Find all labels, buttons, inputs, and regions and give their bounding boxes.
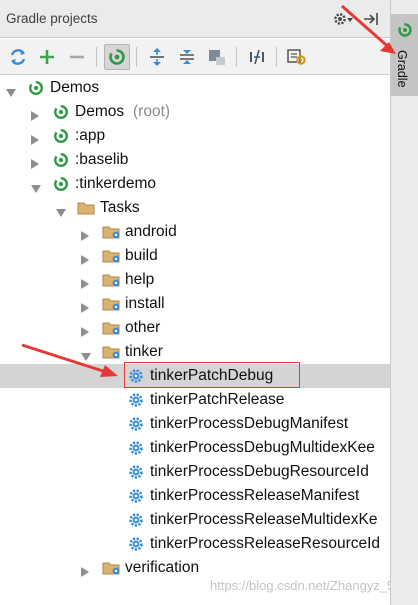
folder-gear-icon xyxy=(102,344,120,360)
tree-node[interactable]: tinker xyxy=(0,340,390,364)
folder-gear-icon xyxy=(102,560,120,576)
toolbar-separator xyxy=(96,47,97,67)
attach-project-icon xyxy=(209,50,225,65)
toggle-offline-icon xyxy=(250,49,264,65)
folder-gear-icon xyxy=(102,320,120,336)
expand-all-icon xyxy=(150,48,164,66)
tree-node[interactable]: verification xyxy=(0,556,390,580)
toolbar-separator xyxy=(236,47,237,67)
gear-icon xyxy=(127,488,145,504)
add-button[interactable] xyxy=(34,44,60,70)
tree-node[interactable]: tinkerPatchRelease xyxy=(0,388,390,412)
tree-node[interactable]: Demos (root) xyxy=(0,100,390,124)
tree-node[interactable]: :tinkerdemo xyxy=(0,172,390,196)
gradle-tab-label: Gradle xyxy=(395,50,409,88)
tree-node-label: Tasks xyxy=(100,199,140,216)
refresh-icon xyxy=(10,49,26,65)
tree-node-label: tinkerProcessDebugResourceId xyxy=(150,463,369,480)
tree-node-label: android xyxy=(125,223,177,240)
tree-node[interactable]: tinkerProcessReleaseManifest xyxy=(0,484,390,508)
tree-node[interactable]: android xyxy=(0,220,390,244)
remove-button[interactable] xyxy=(64,44,90,70)
collapse-all-button[interactable] xyxy=(174,44,200,70)
tree-node-label: tinker xyxy=(125,343,163,360)
gradle-icon xyxy=(27,80,45,96)
tree-node-label: tinkerPatchDebug xyxy=(150,367,274,384)
toolbar xyxy=(0,39,390,75)
tree-node[interactable]: tinkerProcessDebugManifest xyxy=(0,412,390,436)
tree-node[interactable]: Demos xyxy=(0,76,390,100)
tree-node[interactable]: tinkerProcessDebugResourceId xyxy=(0,460,390,484)
toolbar-separator xyxy=(276,47,277,67)
tree-node-label: tinkerProcessReleaseManifest xyxy=(150,487,360,504)
tree-node[interactable]: help xyxy=(0,268,390,292)
gradle-settings-button[interactable] xyxy=(284,44,310,70)
gear-icon xyxy=(127,368,145,384)
execute-task-button[interactable] xyxy=(104,44,130,70)
gradle-icon xyxy=(52,176,70,192)
tree-node-label: other xyxy=(125,319,161,336)
tree-node[interactable]: tinkerProcessReleaseResourceId xyxy=(0,532,390,556)
tree-node-label: tinkerProcessDebugMultidexKee xyxy=(150,439,375,456)
tree-node-label: :tinkerdemo xyxy=(75,175,156,192)
folder-icon xyxy=(77,200,95,216)
gear-icon xyxy=(127,440,145,456)
tree-node-label: tinkerProcessReleaseMultidexKe xyxy=(150,511,378,528)
gradle-elephant-icon xyxy=(109,49,125,65)
tree-node-label: :app xyxy=(75,127,106,144)
tree-node-label: tinkerProcessReleaseResourceId xyxy=(150,535,381,552)
tree-node-label: tinkerPatchRelease xyxy=(150,391,285,408)
minus-icon xyxy=(70,55,84,59)
tree-node[interactable]: tinkerProcessDebugMultidexKee xyxy=(0,436,390,460)
gear-icon xyxy=(127,536,145,552)
gradle-icon xyxy=(52,104,70,120)
expand-all-button[interactable] xyxy=(144,44,170,70)
gear-icon xyxy=(127,416,145,432)
plus-icon xyxy=(40,50,54,64)
folder-gear-icon xyxy=(102,296,120,312)
tree-node[interactable]: Tasks xyxy=(0,196,390,220)
tree-node-label: install xyxy=(125,295,165,312)
tree-node[interactable]: other xyxy=(0,316,390,340)
tree-node-label: help xyxy=(125,271,155,288)
tree-node[interactable]: tinkerProcessReleaseMultidexKe xyxy=(0,508,390,532)
folder-gear-icon xyxy=(102,224,120,240)
panel-header: Gradle projects xyxy=(0,0,390,38)
tree-node-label: Demos xyxy=(50,79,100,96)
tree-node[interactable]: tinkerPatchDebug xyxy=(0,364,390,388)
wrench-settings-icon xyxy=(287,49,306,65)
settings-gear-icon[interactable] xyxy=(332,10,354,32)
gear-icon xyxy=(127,392,145,408)
tree-node[interactable]: :baselib xyxy=(0,148,390,172)
tree-node-label: tinkerProcessDebugManifest xyxy=(150,415,349,432)
gradle-tab-icon xyxy=(398,23,412,37)
refresh-button[interactable] xyxy=(5,44,31,70)
gradle-tool-window-tab[interactable]: Gradle xyxy=(391,14,418,96)
collapse-all-icon xyxy=(180,50,194,64)
right-tool-window-bar: Gradle xyxy=(390,0,418,605)
tree-node[interactable]: install xyxy=(0,292,390,316)
gear-icon xyxy=(127,464,145,480)
tree-node-label: Demos xyxy=(75,103,125,120)
toolbar-separator xyxy=(136,47,137,67)
tree-node-label: verification xyxy=(125,559,200,576)
watermark: https://blog.csdn.net/Zhangyz_521 xyxy=(210,578,390,593)
offline-mode-button[interactable] xyxy=(244,44,270,70)
tree-node-label: :baselib xyxy=(75,151,129,168)
hide-panel-icon[interactable] xyxy=(362,10,382,32)
gear-icon xyxy=(127,512,145,528)
tree-node-label: build xyxy=(125,247,158,264)
panel-title: Gradle projects xyxy=(6,11,98,26)
folder-gear-icon xyxy=(102,248,120,264)
tree-node-suffix: (root) xyxy=(133,103,171,120)
gradle-projects-panel: Gradle projects Demos Demos (root):app … xyxy=(0,0,390,605)
tree-node[interactable]: :app xyxy=(0,124,390,148)
folder-gear-icon xyxy=(102,272,120,288)
tree-node[interactable]: build xyxy=(0,244,390,268)
gradle-icon xyxy=(52,152,70,168)
collapsed-arrow-icon[interactable] xyxy=(80,563,90,582)
attach-project-button[interactable] xyxy=(204,44,230,70)
gradle-icon xyxy=(52,128,70,144)
